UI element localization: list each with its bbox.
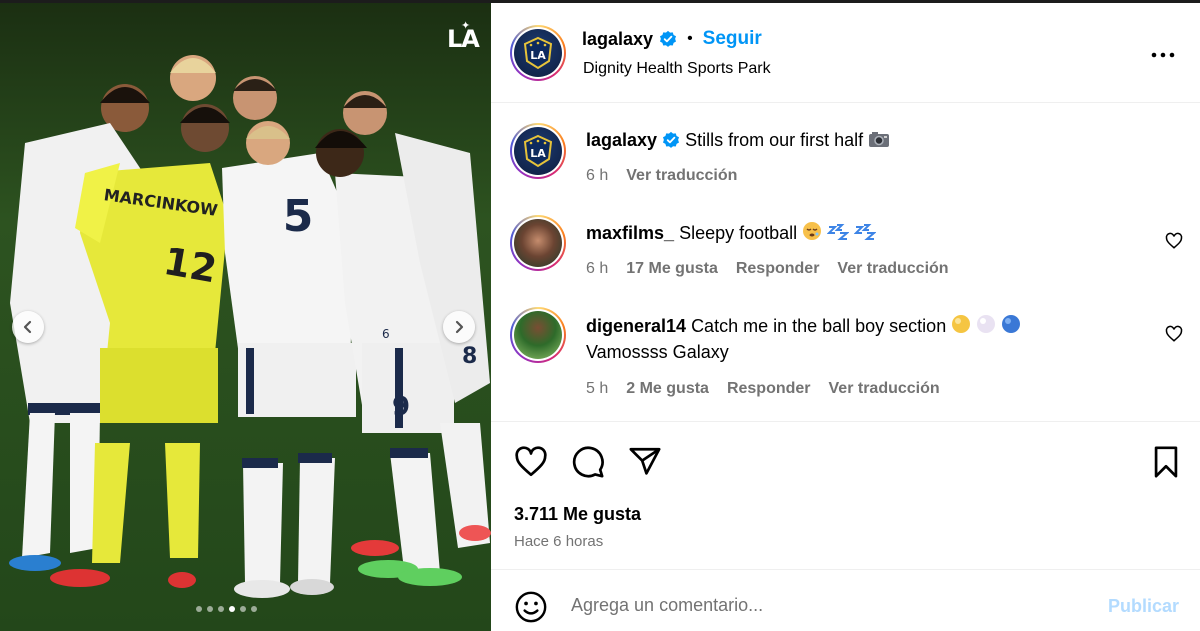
carousel-dot: [196, 606, 202, 612]
carousel-dot: [240, 606, 246, 612]
post-detail-pane: LA lagalaxy • Seguir Dignity Health Spor…: [491, 3, 1200, 631]
reply-button[interactable]: Responder: [727, 380, 811, 398]
reply-button[interactable]: Responder: [736, 260, 820, 278]
caption-avatar[interactable]: LA: [510, 123, 566, 179]
comment-icon[interactable]: [571, 445, 605, 479]
caption-translate-link[interactable]: Ver traducción: [626, 167, 737, 185]
author-username[interactable]: lagalaxy: [582, 29, 653, 50]
comment-time: 5 h: [586, 380, 609, 397]
share-icon[interactable]: [628, 445, 662, 479]
comment-body: Catch me in the ball boy section: [691, 316, 947, 336]
camera-icon: [869, 132, 890, 147]
carousel-prev-button[interactable]: [12, 311, 44, 343]
comment-body: Sleepy football: [679, 223, 798, 243]
instagram-post-view: MARCINKOW 12 5 9 8 6 LA ✦ LA lagalaxy • …: [0, 0, 1200, 631]
yellow-circle-icon: [952, 315, 971, 333]
commenter-avatar[interactable]: [510, 215, 566, 271]
la-galaxy-watermark: LA ✦: [447, 19, 480, 53]
follow-button[interactable]: Seguir: [703, 28, 762, 50]
comment-meta: 5 h 2 Me gusta Responder Ver traducción: [586, 380, 940, 398]
heart-icon[interactable]: [514, 445, 548, 479]
heart-icon[interactable]: [1165, 232, 1183, 250]
comment-input[interactable]: [571, 588, 1081, 622]
separator-dot: •: [687, 30, 693, 47]
carousel-dot: [251, 606, 257, 612]
sleepy-face-icon: [803, 222, 822, 240]
comment-translate-link[interactable]: Ver traducción: [829, 380, 940, 398]
comment-username[interactable]: digeneral14: [586, 316, 686, 336]
team-huddle-photo: MARCINKOW 12 5 9 8 6: [0, 3, 491, 631]
caption-text: lagalaxy Stills from our first half: [586, 127, 890, 153]
comment-text: digeneral14 Catch me in the ball boy sec…: [586, 313, 1021, 365]
la-galaxy-crest-icon: LA: [523, 134, 553, 168]
author-avatar[interactable]: LA: [510, 25, 566, 81]
la-galaxy-crest-icon: LA: [523, 36, 553, 70]
jersey-number-9: 9: [392, 392, 410, 422]
post-time: Hace 6 horas: [514, 533, 604, 550]
carousel-next-button[interactable]: [443, 311, 475, 343]
svg-text:LA: LA: [530, 147, 546, 160]
action-bar: 3.711 Me gusta Hace 6 horas: [491, 421, 1200, 569]
chevron-right-icon: [455, 320, 464, 334]
carousel-indicator: [196, 606, 257, 612]
jersey-number-6: 6: [382, 327, 390, 341]
more-icon: [1151, 52, 1175, 58]
comments-section: LA lagalaxy Stills from our first half 6…: [491, 104, 1200, 422]
carousel-dot: [229, 606, 235, 612]
add-comment-bar: Publicar: [491, 569, 1200, 631]
star-icon: ✦: [461, 19, 470, 32]
carousel-dot: [207, 606, 213, 612]
blue-circle-icon: [1002, 315, 1021, 333]
zzz-icon: [854, 224, 877, 240]
white-circle-icon: [977, 315, 996, 333]
jersey-number-5: 5: [283, 191, 314, 242]
comment-likes[interactable]: 2 Me gusta: [626, 380, 709, 398]
caption-username[interactable]: lagalaxy: [586, 130, 657, 150]
publish-button[interactable]: Publicar: [1108, 596, 1179, 617]
comment-translate-link[interactable]: Ver traducción: [837, 260, 948, 278]
like-count[interactable]: 3.711 Me gusta: [514, 504, 641, 525]
comment-likes[interactable]: 17 Me gusta: [626, 260, 718, 278]
caption-time: 6 h: [586, 167, 609, 184]
comment-body-line2: Vamossss Galaxy: [586, 342, 729, 362]
caption-meta: 6 h Ver traducción: [586, 167, 737, 185]
comment-time: 6 h: [586, 260, 609, 277]
jersey-number-8: 8: [462, 344, 477, 369]
more-options-button[interactable]: [1151, 39, 1175, 65]
emoji-icon[interactable]: [514, 590, 548, 624]
carousel-dot: [218, 606, 224, 612]
comment-meta: 6 h 17 Me gusta Responder Ver traducción: [586, 260, 949, 278]
bookmark-icon[interactable]: [1149, 445, 1183, 479]
verified-icon: [660, 30, 677, 47]
post-location[interactable]: Dignity Health Sports Park: [583, 60, 771, 78]
verified-icon: [663, 131, 680, 148]
author-line: lagalaxy • Seguir: [582, 28, 762, 50]
heart-icon[interactable]: [1165, 325, 1183, 343]
comment-text: maxfilms_ Sleepy football: [586, 220, 877, 246]
svg-text:LA: LA: [530, 49, 546, 62]
post-media[interactable]: MARCINKOW 12 5 9 8 6 LA ✦: [0, 3, 491, 631]
jersey-number-12: 12: [160, 239, 220, 292]
post-header: LA lagalaxy • Seguir Dignity Health Spor…: [491, 3, 1200, 103]
comment-username[interactable]: maxfilms_: [586, 223, 674, 243]
zzz-icon: [827, 224, 850, 240]
chevron-left-icon: [23, 320, 32, 334]
commenter-avatar[interactable]: [510, 307, 566, 363]
caption-body: Stills from our first half: [685, 130, 864, 150]
